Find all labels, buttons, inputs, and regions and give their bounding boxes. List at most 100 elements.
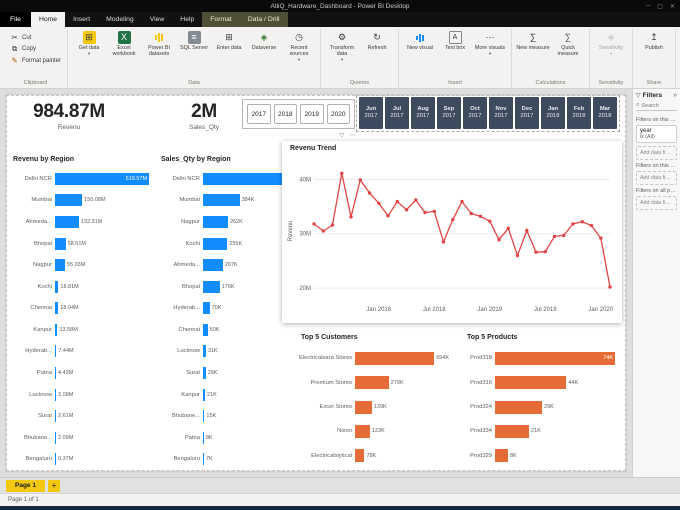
data-point[interactable] [340,171,344,175]
bar[interactable]: 74K [495,351,615,365]
ribbon-button-cut[interactable]: ✂ Cut [8,33,33,42]
bar-row-bengaluru[interactable]: Bengaluru 7K [159,449,301,471]
chart-revenu-by-region[interactable]: Revenu by Region Delhi NCR 519.57M Mumbai 1… [10,155,155,471]
chart-top-5-customers[interactable]: Top 5 Customers Electricalsara Stores 654… [298,333,456,469]
ribbon-button-enter-data[interactable]: ⊞ Enter data [212,29,246,52]
bar-row-bhubane[interactable]: Bhubane... 15K [159,405,301,427]
ribbon-button-text-box[interactable]: A Text box [438,29,472,51]
month-tile-dec-2017[interactable]: Dec 2017 [515,97,539,129]
collapse-pane-icon[interactable]: » [673,92,677,99]
ribbon-button-get-data[interactable]: ⊞ Get data ▾ [72,29,106,57]
bar[interactable] [355,376,389,390]
month-tile-jul-2017[interactable]: Jul 2017 [385,97,409,129]
close-button[interactable]: ✕ [670,3,675,10]
more-options-icon[interactable]: ⋯ [349,132,355,139]
bar[interactable] [355,351,435,365]
bar[interactable] [55,410,56,423]
bar[interactable] [495,424,530,438]
bar-row-nagpur[interactable]: Nagpur 55.03M [11,254,153,276]
ribbon-button-more-visuals[interactable]: ⋯ More visuals ▾ [473,29,507,57]
menu-file-button[interactable]: File [0,12,31,27]
month-tile-nov-2017[interactable]: Nov 2017 [489,97,513,129]
data-point[interactable] [571,222,575,226]
data-point[interactable] [441,240,446,244]
bar-row-mumbai[interactable]: Mumbai 150.08M [11,190,153,212]
ribbon-button-quick-measure[interactable]: ∑ Quick measure [551,29,585,58]
bar-row-electricalslytical[interactable]: Electricalslytical 78K [299,444,454,468]
data-point[interactable] [349,215,353,219]
bar[interactable] [55,345,57,358]
ribbon-button-copy[interactable]: ⧉ Copy [8,44,38,54]
data-point[interactable] [552,234,557,239]
bar-row-kochi[interactable]: Kochi 18.81M [11,276,153,298]
ribbon-button-power-bi-datasets[interactable]: Power BI datasets [142,29,176,57]
bar[interactable] [55,431,56,444]
menu-tab-format[interactable]: Format [202,12,240,27]
month-tile-sep-2017[interactable]: Sep 2017 [437,97,461,129]
bar-row-chennai[interactable]: Chennai 18.04M [11,297,153,319]
chart-top-5-products[interactable]: Top 5 Products Prod318 74K Prod316 44K Prod3… [464,333,622,469]
bar-row-delhi-ncr[interactable]: Delhi NCR988K [159,168,301,190]
data-point[interactable] [451,217,455,222]
bar[interactable] [55,388,56,401]
bar[interactable] [55,280,59,293]
month-tile-jan-2018[interactable]: Jan 2018 [541,97,565,129]
bar[interactable] [203,302,210,315]
bar-row-prod324[interactable]: Prod324 29K [465,395,620,419]
ribbon-button-refresh[interactable]: ↻ Refresh [360,29,394,52]
data-point[interactable] [599,236,603,240]
page-tab-page-1[interactable]: Page 1 [6,479,45,492]
ribbon-button-sensitivity[interactable]: ◈ Sensitivity ▾ [594,29,628,57]
add-data-fields-placeholder[interactable]: Add data fields here [636,196,677,210]
bar-row-patna[interactable]: Patna 4.43M [11,362,153,384]
data-point[interactable] [367,191,372,195]
filters-search[interactable]: ⌕ [636,102,677,111]
add-data-fields-placeholder[interactable]: Add data fields here [636,146,677,160]
menu-tab-home[interactable]: Home [30,12,66,27]
chart-revenu-trend[interactable]: Revenu Trend 20M 30M 40M Jan 2018 Jul 2018 Ja… [282,141,622,323]
data-point[interactable] [330,223,335,227]
bar-row-prod334[interactable]: Prod334 21K [465,419,620,443]
bar[interactable] [55,194,83,207]
month-tile-aug-2017[interactable]: Aug 2017 [411,97,435,129]
bar-row-bhubane[interactable]: Bhubane... 2.09M [11,427,153,449]
bar[interactable] [495,449,508,463]
ribbon-button-format-painter[interactable]: ✎ Format painter [8,56,63,65]
ribbon-button-dataverse[interactable]: ◈ Dataverse [247,29,281,52]
data-point[interactable] [432,209,436,214]
new-page-button[interactable]: + [47,479,60,492]
ribbon-button-excel-workbook[interactable]: X Excel workbook [107,29,141,57]
bar-row-patna[interactable]: Patna 8K [159,427,301,449]
bar-row-chennai[interactable]: Chennai 50K [159,319,301,341]
bar-row-nagpur[interactable]: Nagpur 262K [159,211,301,233]
bar-row-ahmeda[interactable]: Ahmeda... 132.31M [11,211,153,233]
bar[interactable]: 519.57M [55,172,150,185]
data-point[interactable] [414,198,418,202]
data-point[interactable] [358,178,362,182]
menu-tab-insert[interactable]: Insert [65,12,98,27]
data-point[interactable] [506,226,510,230]
data-point[interactable] [395,199,399,204]
filter-card-year[interactable]: year is (All) [636,125,677,143]
bar-row-nixon[interactable]: Nixon 123K [299,419,454,443]
bar-row-surat[interactable]: Surat 2.61M [11,405,153,427]
kpi-card-sales-qty[interactable]: 2M Sales_Qty [158,101,250,141]
data-point[interactable] [423,210,427,215]
bar[interactable] [203,345,206,358]
report-page[interactable]: 984.87M Revenu 2M Sales_Qty 2017 2018 2019… [5,94,627,472]
data-point[interactable] [497,238,501,242]
bar[interactable] [203,215,228,228]
bar-row-kochi[interactable]: Kochi 255K [159,233,301,255]
bar[interactable] [55,323,58,336]
month-tile-mar-2018[interactable]: Mar 2018 [593,97,617,129]
minimize-button[interactable]: ─ [646,3,650,9]
bar[interactable] [203,453,204,466]
data-point[interactable] [469,211,473,216]
bar-row-ahmeda[interactable]: Ahmeda... 207K [159,254,301,276]
data-point[interactable] [478,214,483,218]
month-tile-feb-2018[interactable]: Feb 2018 [567,97,591,129]
year-button-2019[interactable]: 2019 [300,104,324,124]
year-button-2020[interactable]: 2020 [326,104,350,124]
bar-row-mumbai[interactable]: Mumbai 384K [159,190,301,212]
bar-row-bhopal[interactable]: Bhopal 176K [159,276,301,298]
